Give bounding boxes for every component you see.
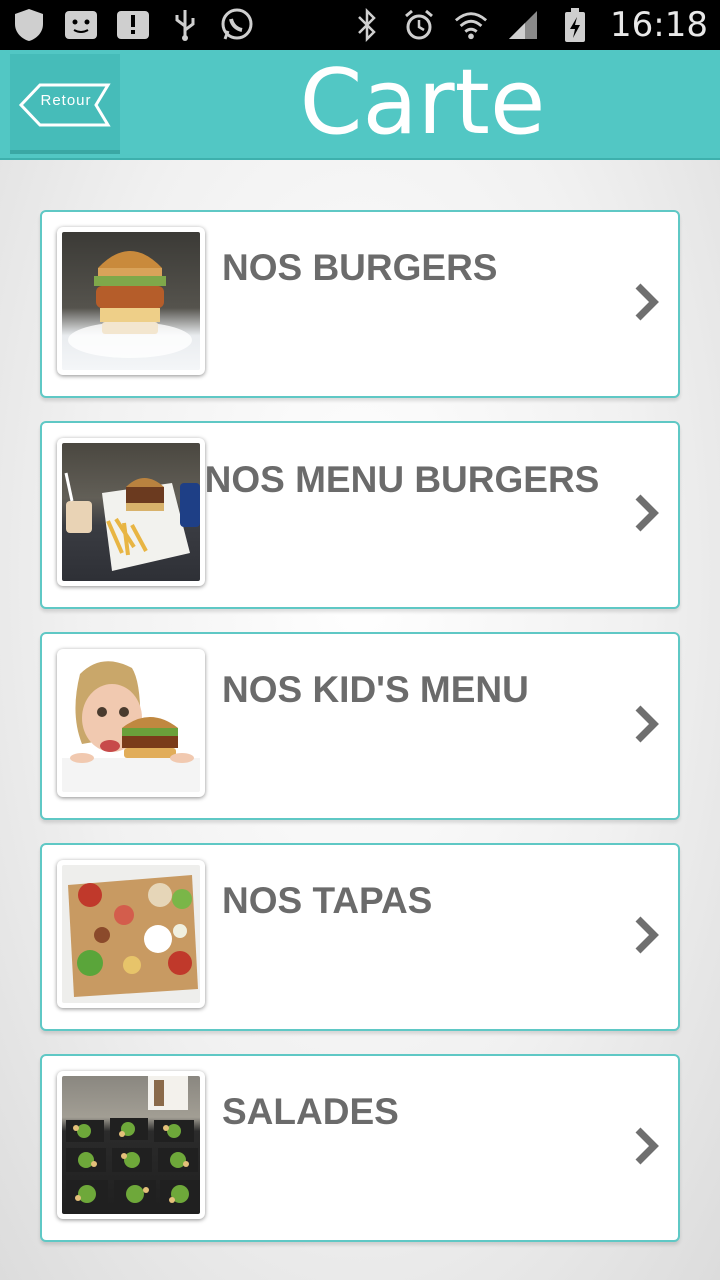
screenshot-icon	[64, 8, 98, 42]
menu-item-label: NOS MENU BURGERS	[204, 459, 600, 500]
status-bar: 16:18	[0, 0, 720, 50]
salads-photo	[57, 1071, 205, 1219]
battery-icon	[558, 8, 592, 42]
menu-item-burgers[interactable]: NOS BURGERS	[40, 210, 680, 398]
menu-item-label: SALADES	[222, 1091, 399, 1132]
chevron-right-icon	[635, 705, 659, 743]
menu-item-label: NOS TAPAS	[222, 880, 433, 921]
alert-icon	[116, 8, 150, 42]
wifi-icon	[454, 8, 488, 42]
signal-icon	[506, 8, 540, 42]
menu-item-menu-burgers[interactable]: NOS MENU BURGERS	[40, 421, 680, 609]
status-left	[12, 8, 254, 42]
status-right: 16:18	[350, 5, 708, 45]
whatsapp-icon	[220, 8, 254, 42]
shield-icon	[12, 8, 46, 42]
menu-item-salades[interactable]: SALADES	[40, 1054, 680, 1242]
chevron-right-icon	[635, 916, 659, 954]
status-time: 16:18	[610, 5, 708, 45]
menu-item-label: NOS BURGERS	[222, 247, 498, 288]
burger-photo	[57, 227, 205, 375]
alarm-icon	[402, 8, 436, 42]
page-title: Carte	[299, 50, 546, 155]
bluetooth-icon	[350, 8, 384, 42]
app-header: Retour Carte	[0, 50, 720, 160]
chevron-right-icon	[635, 1127, 659, 1165]
menu-item-kids-menu[interactable]: NOS KID'S MENU	[40, 632, 680, 820]
menu-item-label: NOS KID'S MENU	[222, 669, 529, 710]
tapas-photo	[57, 860, 205, 1008]
chevron-right-icon	[635, 283, 659, 321]
menu-burger-photo	[57, 438, 205, 586]
usb-icon	[168, 8, 202, 42]
kids-menu-photo	[57, 649, 205, 797]
chevron-right-icon	[635, 494, 659, 532]
menu-item-tapas[interactable]: NOS TAPAS	[40, 843, 680, 1031]
menu-list: NOS BURGERS NOS MENU BURGERS NOS KID'S M…	[40, 210, 680, 1265]
